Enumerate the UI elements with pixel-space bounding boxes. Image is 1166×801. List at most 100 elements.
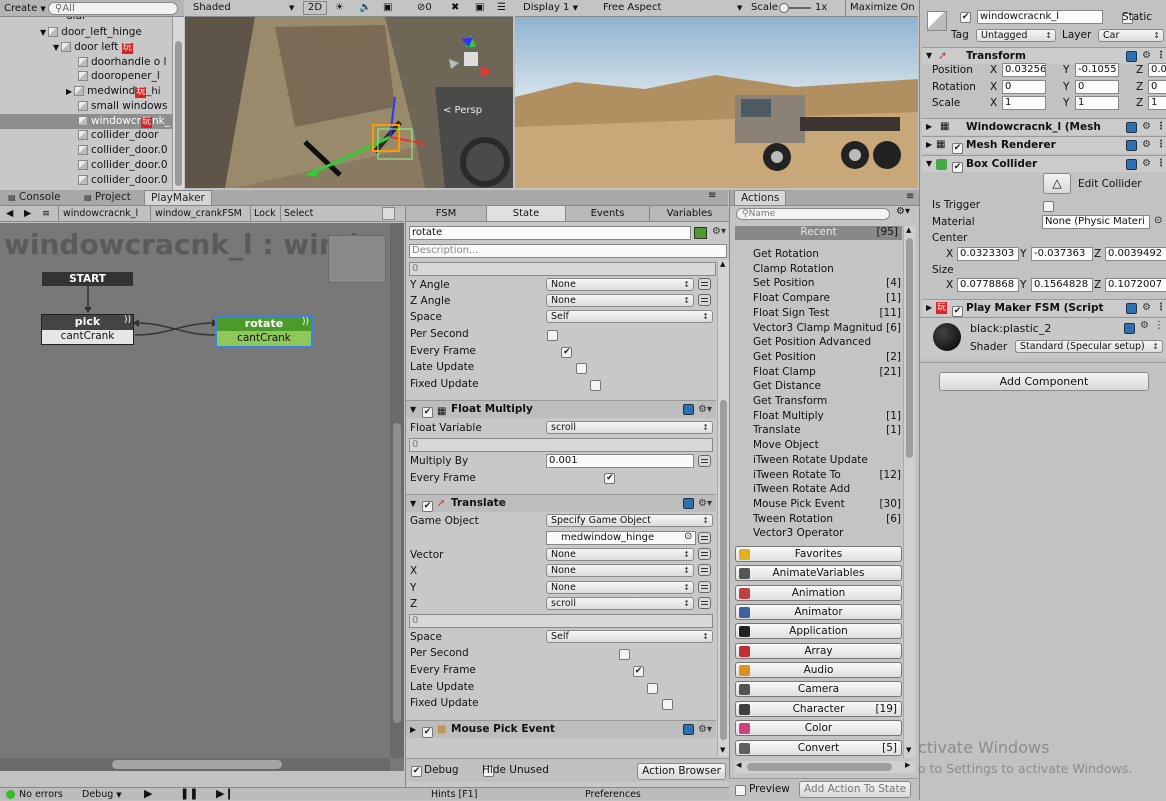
active-checkbox[interactable] xyxy=(960,11,971,23)
rotation-y-field[interactable]: 0 xyxy=(1075,80,1119,94)
action-list-item[interactable]: Move Object xyxy=(753,438,901,453)
variable-menu-icon[interactable] xyxy=(698,597,711,609)
camera-icon[interactable]: ▣ xyxy=(475,0,484,16)
tree-item-selected[interactable]: windowcr玩nk_ xyxy=(0,114,172,129)
select-button[interactable]: Select xyxy=(280,206,313,221)
effects-toggle-icon[interactable]: ▣ xyxy=(383,0,392,16)
scale-slider[interactable] xyxy=(779,3,811,13)
actions-v-scrollbar[interactable]: ▲ ▼ xyxy=(903,226,915,758)
action-list-item[interactable]: Get Rotation xyxy=(753,247,901,262)
rotation-x-field[interactable]: 0 xyxy=(1002,80,1046,94)
component-mesh-renderer[interactable]: ▶ ▦ Mesh Renderer ⚙ ⋮ xyxy=(922,136,1166,154)
per-second-checkbox[interactable] xyxy=(547,329,558,341)
settings-gear-icon[interactable]: ⚙▾ xyxy=(698,721,712,738)
search-options-icon[interactable]: ⚙▾ xyxy=(896,206,910,217)
variable-menu-icon[interactable] xyxy=(698,294,711,306)
every-frame-checkbox[interactable] xyxy=(561,346,573,358)
help-icon[interactable] xyxy=(1126,51,1137,62)
actions-search[interactable]: ⚲Name xyxy=(736,208,890,220)
foldout-arrow-icon[interactable]: ▶ xyxy=(926,300,932,316)
debug-dropdown[interactable]: Debug ▼ xyxy=(82,789,122,801)
scrollbar-down-icon[interactable]: ▼ xyxy=(720,746,725,754)
tree-item[interactable]: small windows xyxy=(0,99,172,114)
object-select[interactable]: windowcracnk_l xyxy=(58,206,144,221)
variable-menu-icon[interactable] xyxy=(698,564,711,576)
x-dropdown[interactable]: None xyxy=(546,564,694,577)
tab-console[interactable]: ▤ Console xyxy=(2,190,67,205)
fsm-select[interactable]: window_crankFSM xyxy=(150,206,246,221)
action-header-float-multiply[interactable]: ▼ ▦ Float Multiply ⚙▾ xyxy=(406,400,716,418)
variable-menu-icon[interactable] xyxy=(698,548,711,560)
object-picker-icon[interactable]: ⊙ xyxy=(684,531,692,542)
add-action-button[interactable]: Add Action To State xyxy=(799,781,911,798)
action-enabled-checkbox[interactable] xyxy=(422,406,433,418)
component-playmaker-fsm[interactable]: ▶ 玩 Play Maker FSM (Script ⚙ ⋮ xyxy=(922,299,1166,317)
is-trigger-checkbox[interactable] xyxy=(1043,200,1054,212)
center-z-field[interactable]: 0.0039492 xyxy=(1105,247,1166,261)
every-frame-checkbox[interactable] xyxy=(633,665,645,677)
component-menu-icon[interactable]: ⋮ xyxy=(1156,137,1166,153)
tab-playmaker[interactable]: PlayMaker xyxy=(144,190,212,205)
debug-checkbox[interactable] xyxy=(411,765,422,777)
help-icon[interactable] xyxy=(683,404,694,415)
help-icon[interactable] xyxy=(683,498,694,509)
add-component-button[interactable]: Add Component xyxy=(939,372,1149,391)
action-list-item[interactable]: Float Sign Test [11] xyxy=(753,306,901,321)
foldout-arrow-icon[interactable]: ▼ xyxy=(410,495,416,512)
component-menu-icon[interactable]: ⋮ xyxy=(1156,119,1166,135)
component-box-collider[interactable]: ▼ Box Collider ⚙ ⋮ xyxy=(922,155,1166,173)
action-header-translate[interactable]: ▼ ➚ Translate ⚙▾ xyxy=(406,494,716,512)
fixed-update-checkbox[interactable] xyxy=(590,379,602,391)
lock-button[interactable]: Lock xyxy=(250,206,276,221)
action-list-item[interactable]: Vector3 Operator xyxy=(753,526,901,541)
tab-project[interactable]: ▤ Project xyxy=(78,190,137,205)
action-list-item[interactable]: Tween Rotation [6] xyxy=(753,512,901,527)
action-list-item[interactable]: iTween Rotate Add xyxy=(753,482,901,497)
per-second-checkbox[interactable] xyxy=(618,648,630,660)
every-frame-checkbox[interactable] xyxy=(604,472,616,484)
tree-item[interactable]: ▶ medwind玩_hi xyxy=(0,84,172,99)
size-y-field[interactable]: 0.1564828 xyxy=(1031,278,1093,292)
space-dropdown[interactable]: Self xyxy=(546,630,713,643)
foldout-arrow-icon[interactable]: ▼ xyxy=(926,156,932,172)
scrollbar-thumb[interactable] xyxy=(175,41,182,186)
tab-state[interactable]: State xyxy=(486,206,566,221)
action-category[interactable]: Application xyxy=(735,623,902,640)
foldout-arrow-icon[interactable]: ▼ xyxy=(410,401,416,418)
action-list-item[interactable]: Get Position Advanced xyxy=(753,335,901,350)
2d-toggle[interactable]: 2D xyxy=(303,1,327,15)
position-x-field[interactable]: 0.03256 xyxy=(1002,63,1046,77)
position-y-field[interactable]: -0.1055 xyxy=(1075,63,1119,77)
settings-gear-icon[interactable]: ⚙▾ xyxy=(712,226,726,237)
help-icon[interactable] xyxy=(1126,303,1137,314)
errors-status[interactable]: No errors xyxy=(19,789,63,801)
settings-gear-icon[interactable]: ⚙ xyxy=(1140,320,1149,331)
state-transition[interactable]: cantCrank xyxy=(42,330,133,344)
action-list-item[interactable]: Clamp Rotation xyxy=(753,262,901,277)
state-node-pick[interactable]: pick cantCrank )) xyxy=(41,314,134,345)
z-dropdown[interactable]: scroll xyxy=(546,597,694,610)
tools-icon[interactable]: ✖ xyxy=(451,0,459,16)
scrollbar-right-icon[interactable]: ▶ xyxy=(905,761,910,769)
component-menu-icon[interactable]: ⋮ xyxy=(1156,48,1166,64)
layers-icon[interactable]: ☰ xyxy=(497,0,506,16)
multiply-by-field[interactable]: 0.001 xyxy=(546,454,694,468)
tree-item[interactable]: ▼ door_left_hinge xyxy=(0,25,172,40)
object-picker-icon[interactable]: ⊙ xyxy=(1154,215,1162,226)
component-menu-icon[interactable]: ⋮ xyxy=(1156,300,1166,316)
variable-menu-icon[interactable] xyxy=(698,581,711,593)
scale-slider-thumb[interactable] xyxy=(779,3,789,13)
play-icon[interactable]: ▶ xyxy=(144,788,152,800)
hierarchy-search[interactable]: ⚲All xyxy=(48,2,178,15)
step-icon[interactable]: ▶❙ xyxy=(216,788,234,800)
start-node[interactable]: START xyxy=(42,272,133,286)
graph-v-scrollbar[interactable] xyxy=(390,223,404,758)
action-list-item[interactable]: Vector3 Clamp Magnitud [6] xyxy=(753,321,901,336)
scrollbar-thumb[interactable] xyxy=(906,238,913,458)
size-x-field[interactable]: 0.0778868 xyxy=(957,278,1019,292)
tree-item[interactable]: doorhandle o l xyxy=(0,55,172,70)
center-x-field[interactable]: 0.0323303 xyxy=(957,247,1019,261)
foldout-arrow-icon[interactable]: ▼ xyxy=(926,48,932,64)
scrollbar-thumb[interactable] xyxy=(720,400,727,740)
scrollbar-up-icon[interactable]: ▲ xyxy=(906,226,911,234)
